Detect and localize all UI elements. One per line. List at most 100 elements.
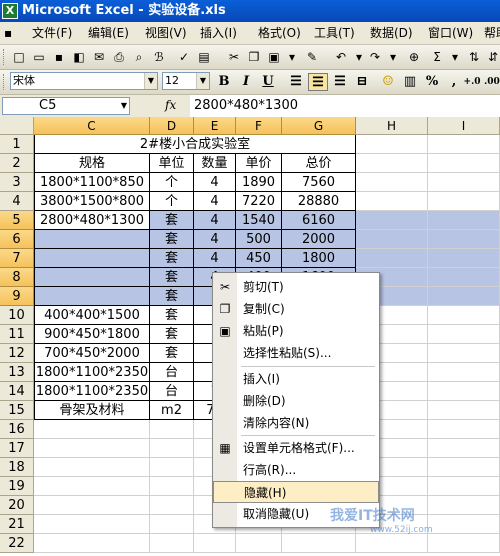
grid-cell[interactable] — [34, 477, 150, 496]
grid-cell[interactable]: 总价 — [282, 154, 356, 173]
column-header-f[interactable]: F — [236, 117, 282, 135]
select-all-corner[interactable] — [0, 117, 34, 135]
grid-cell[interactable] — [428, 211, 500, 230]
grid-cell[interactable] — [428, 420, 500, 439]
grid-cell[interactable] — [356, 135, 428, 154]
grid-cell[interactable]: 400*400*1500 — [34, 306, 150, 325]
currency-icon[interactable]: ▥ — [400, 73, 420, 91]
new-icon[interactable]: □ — [10, 48, 28, 66]
toolbar-grip[interactable] — [3, 74, 7, 90]
menu-tools[interactable]: 工具(T) — [314, 25, 355, 41]
menu-insert[interactable]: 插入(I) — [200, 25, 237, 41]
row-header-19[interactable]: 19 — [0, 477, 34, 496]
redo-icon[interactable]: ↷ — [366, 48, 384, 66]
active-cell[interactable]: 2800*480*1300 — [34, 211, 150, 230]
grid-cell[interactable] — [356, 173, 428, 192]
grid-cell[interactable] — [428, 230, 500, 249]
menu-item-copy[interactable]: ❐ 复制(C) — [213, 298, 379, 320]
research-icon[interactable]: ℬ — [150, 48, 168, 66]
research2-icon[interactable]: ▤ — [195, 48, 213, 66]
menu-item-insert[interactable]: 插入(I) — [213, 368, 379, 390]
grid-cell[interactable] — [150, 439, 194, 458]
row-header-5[interactable]: 5 — [0, 211, 34, 230]
menu-item-row-height[interactable]: 行高(R)... — [213, 459, 379, 481]
grid-cell[interactable] — [428, 458, 500, 477]
column-header-h[interactable]: H — [356, 117, 428, 135]
undo-icon[interactable]: ↶ — [332, 48, 350, 66]
grid-cell[interactable] — [428, 496, 500, 515]
grid-cell[interactable] — [34, 515, 150, 534]
row-header-16[interactable]: 16 — [0, 420, 34, 439]
menu-format[interactable]: 格式(O) — [258, 25, 301, 41]
grid-cell[interactable] — [194, 534, 236, 553]
grid-cell[interactable] — [428, 154, 500, 173]
grid-cell[interactable]: 台 — [150, 363, 194, 382]
grid-cell[interactable]: 套 — [150, 325, 194, 344]
grid-cell[interactable] — [356, 211, 428, 230]
open-icon[interactable]: ▭ — [30, 48, 48, 66]
grid-cell[interactable]: 单价 — [236, 154, 282, 173]
grid-cell[interactable] — [34, 420, 150, 439]
row-header-10[interactable]: 10 — [0, 306, 34, 325]
grid-cell[interactable]: 28880 — [282, 192, 356, 211]
column-header-g[interactable]: G — [282, 117, 356, 135]
menu-item-paste-special[interactable]: 选择性粘贴(S)... — [213, 342, 379, 364]
grid-cell[interactable]: 数量 — [194, 154, 236, 173]
grid-cell[interactable] — [428, 439, 500, 458]
grid-cell[interactable] — [150, 420, 194, 439]
grid-cell[interactable]: 4 — [194, 192, 236, 211]
grid-cell[interactable] — [34, 249, 150, 268]
grid-cell[interactable]: 规格 — [34, 154, 150, 173]
grid-cell[interactable]: 4 — [194, 173, 236, 192]
formula-input[interactable]: 2800*480*1300 — [190, 95, 500, 117]
grid-cell[interactable]: 4 — [194, 211, 236, 230]
row-header-1[interactable]: 1 — [0, 135, 34, 154]
row-header-7[interactable]: 7 — [0, 249, 34, 268]
menu-view[interactable]: 视图(V) — [145, 25, 187, 41]
grid-cell[interactable] — [428, 515, 500, 534]
grid-cell[interactable] — [356, 534, 428, 553]
save-icon[interactable]: ▪ — [50, 48, 68, 66]
grid-cell[interactable] — [34, 496, 150, 515]
grid-cell[interactable]: 450 — [236, 249, 282, 268]
grid-cell[interactable]: m2 — [150, 401, 194, 420]
grid-cell[interactable]: 套 — [150, 287, 194, 306]
grid-cell[interactable] — [34, 287, 150, 306]
grid-cell[interactable]: 7220 — [236, 192, 282, 211]
format-painter-icon[interactable]: ✎ — [303, 48, 321, 66]
row-header-21[interactable]: 21 — [0, 515, 34, 534]
column-header-d[interactable]: D — [150, 117, 194, 135]
row-header-15[interactable]: 15 — [0, 401, 34, 420]
grid-cell[interactable]: 7560 — [282, 173, 356, 192]
merged-title-cell[interactable]: 2#楼小合成实验室 — [34, 135, 356, 154]
grid-cell[interactable]: 套 — [150, 211, 194, 230]
grid-cell[interactable] — [34, 458, 150, 477]
grid-cell[interactable]: 700*450*2000 — [34, 344, 150, 363]
sort-icon[interactable]: ⇅ — [465, 48, 483, 66]
grid-cell[interactable]: 个 — [150, 173, 194, 192]
grid-cell[interactable]: 台 — [150, 382, 194, 401]
menu-help[interactable]: 帮助 — [484, 25, 500, 41]
menu-item-delete[interactable]: 删除(D) — [213, 390, 379, 412]
grid-cell[interactable]: 套 — [150, 230, 194, 249]
toolbar-grip[interactable] — [3, 49, 7, 65]
grid-cell[interactable] — [356, 249, 428, 268]
grid-cell[interactable] — [428, 173, 500, 192]
grid-cell[interactable]: 500 — [236, 230, 282, 249]
row-header-8[interactable]: 8 — [0, 268, 34, 287]
grid-cell[interactable]: 1800 — [282, 249, 356, 268]
grid-cell[interactable] — [428, 268, 500, 287]
grid-cell[interactable] — [236, 534, 282, 553]
grid-cell[interactable] — [428, 249, 500, 268]
grid-cell[interactable]: 个 — [150, 192, 194, 211]
paste-dropdown-icon[interactable]: ▾ — [283, 48, 301, 66]
grid-cell[interactable]: 1800*1100*2350 — [34, 382, 150, 401]
menu-item-hide[interactable]: 隐藏(H) — [213, 481, 379, 503]
grid-cell[interactable] — [150, 477, 194, 496]
autosum-dropdown-icon[interactable]: ▾ — [446, 48, 464, 66]
grid-cell[interactable]: 套 — [150, 249, 194, 268]
grid-cell[interactable] — [428, 306, 500, 325]
menu-icon[interactable]: ▪ — [4, 25, 12, 41]
font-size-combo[interactable]: 12 ▼ — [162, 72, 210, 90]
column-header-e[interactable]: E — [194, 117, 236, 135]
